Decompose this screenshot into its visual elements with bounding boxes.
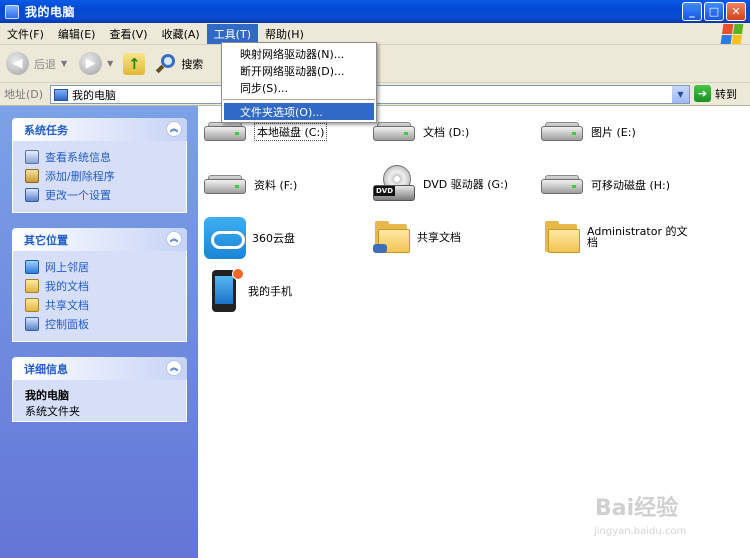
go-button[interactable]: ➔ 转到 xyxy=(694,85,737,102)
address-label: 地址(D) xyxy=(4,88,44,101)
task-add-remove-programs[interactable]: 添加/删除程序 xyxy=(25,166,174,185)
back-button-label[interactable]: 后退 xyxy=(34,56,56,72)
other-places-header[interactable]: 其它位置 ︽ xyxy=(12,228,187,251)
window-controls: _ □ ✕ xyxy=(682,2,746,21)
place-control-panel[interactable]: 控制面板 xyxy=(25,314,174,333)
documents-folder-icon xyxy=(25,278,39,293)
menu-favorites[interactable]: 收藏(A) xyxy=(155,24,207,44)
item-administrator-documents[interactable]: Administrator 的文档 xyxy=(543,220,695,254)
item-my-phone[interactable]: 我的手机 xyxy=(210,268,292,314)
menu-edit[interactable]: 编辑(E) xyxy=(51,24,103,44)
go-label: 转到 xyxy=(715,87,737,101)
panel-title: 详细信息 xyxy=(24,362,68,376)
system-info-icon xyxy=(25,149,39,164)
hard-drive-icon xyxy=(539,120,585,144)
system-tasks-panel: 系统任务 ︽ 查看系统信息 添加/删除程序 更改一个设置 xyxy=(12,118,187,213)
address-value[interactable]: 我的电脑 xyxy=(72,87,116,103)
tools-menu: 映射网络驱动器(N)... 断开网络驱动器(D)... 同步(S)... 文件夹… xyxy=(221,42,377,123)
menu-separator xyxy=(223,99,375,100)
windows-logo-icon xyxy=(720,24,744,44)
minimize-button[interactable]: _ xyxy=(682,2,702,21)
menu-item-disconnect-network-drive[interactable]: 断开网络驱动器(D)... xyxy=(222,62,376,79)
control-panel-icon xyxy=(25,316,39,331)
add-remove-icon xyxy=(25,168,39,183)
search-button-label[interactable]: 搜索 xyxy=(181,56,203,72)
collapse-icon[interactable]: ︽ xyxy=(166,231,182,247)
dvd-drive-g[interactable]: DVD DVD 驱动器 (G:) xyxy=(371,163,508,205)
detail-type: 系统文件夹 xyxy=(25,405,80,418)
item-360-cloud[interactable]: 360云盘 xyxy=(204,217,295,259)
panel-title: 系统任务 xyxy=(24,123,68,137)
go-arrow-icon: ➔ xyxy=(694,85,711,102)
menu-item-map-network-drive[interactable]: 映射网络驱动器(N)... xyxy=(222,45,376,62)
place-my-documents[interactable]: 我的文档 xyxy=(25,276,174,295)
forward-arrow-icon[interactable]: ▶ xyxy=(79,52,103,75)
drive-c[interactable]: 本地磁盘 (C:) xyxy=(202,120,328,144)
other-places-panel: 其它位置 ︽ 网上邻居 我的文档 共享文档 控制面板 xyxy=(12,228,187,342)
address-dropdown-icon[interactable]: ▼ xyxy=(672,86,689,103)
menu-item-folder-options[interactable]: 文件夹选项(O)... xyxy=(224,103,374,120)
place-shared-documents[interactable]: 共享文档 xyxy=(25,295,174,314)
computer-icon xyxy=(5,4,19,19)
dvd-drive-icon: DVD xyxy=(371,163,417,205)
shared-folder-icon xyxy=(25,297,39,312)
system-tasks-header[interactable]: 系统任务 ︽ xyxy=(12,118,187,141)
back-arrow-icon[interactable]: ◀ xyxy=(6,52,29,75)
watermark-url: jingyan.baidu.com xyxy=(594,526,687,537)
hard-drive-icon xyxy=(202,173,248,197)
forward-dropdown-icon[interactable]: ▼ xyxy=(107,59,113,68)
place-network[interactable]: 网上邻居 xyxy=(25,257,174,276)
title-bar: 我的电脑 _ □ ✕ xyxy=(0,0,750,23)
close-button[interactable]: ✕ xyxy=(726,2,746,21)
search-icon[interactable] xyxy=(155,53,177,75)
item-shared-documents[interactable]: 共享文档 xyxy=(373,220,461,254)
drive-f[interactable]: 资料 (F:) xyxy=(202,173,297,197)
file-view: 本地磁盘 (C:) 文档 (D:) 图片 (E:) 资料 (F:) DVD DV… xyxy=(198,106,750,558)
task-view-system-info[interactable]: 查看系统信息 xyxy=(25,147,174,166)
computer-icon xyxy=(54,88,68,101)
hard-drive-icon xyxy=(371,120,417,144)
network-icon xyxy=(25,259,39,274)
watermark-logo: Bai经验 xyxy=(595,496,679,521)
back-dropdown-icon[interactable]: ▼ xyxy=(61,59,67,68)
details-panel: 详细信息 ︽ 我的电脑 系统文件夹 xyxy=(12,357,187,422)
up-folder-icon[interactable]: ↑ xyxy=(123,52,146,75)
folder-icon xyxy=(543,220,581,254)
collapse-icon[interactable]: ︽ xyxy=(166,360,182,376)
drive-d[interactable]: 文档 (D:) xyxy=(371,120,469,144)
drive-e[interactable]: 图片 (E:) xyxy=(539,120,636,144)
shared-folder-icon xyxy=(373,220,411,254)
hard-drive-icon xyxy=(202,120,248,144)
maximize-button[interactable]: □ xyxy=(704,2,724,21)
panel-title: 其它位置 xyxy=(24,233,68,247)
details-header[interactable]: 详细信息 ︽ xyxy=(12,357,187,380)
menu-file[interactable]: 文件(F) xyxy=(0,24,51,44)
cloud-drive-icon xyxy=(204,217,246,259)
menu-tools[interactable]: 工具(T) xyxy=(206,23,258,44)
menu-help[interactable]: 帮助(H) xyxy=(258,24,311,44)
task-change-setting[interactable]: 更改一个设置 xyxy=(25,185,174,204)
removable-drive-h[interactable]: 可移动磁盘 (H:) xyxy=(539,173,670,197)
control-panel-icon xyxy=(25,187,39,202)
detail-name: 我的电脑 xyxy=(25,389,69,402)
menu-item-synchronize[interactable]: 同步(S)... xyxy=(222,79,376,96)
task-pane: 系统任务 ︽ 查看系统信息 添加/删除程序 更改一个设置 其它位置 ︽ 网上邻居… xyxy=(0,106,198,558)
phone-icon xyxy=(210,268,244,314)
removable-drive-icon xyxy=(539,173,585,197)
menu-view[interactable]: 查看(V) xyxy=(102,24,154,44)
collapse-icon[interactable]: ︽ xyxy=(166,121,182,137)
window-title: 我的电脑 xyxy=(25,5,76,19)
